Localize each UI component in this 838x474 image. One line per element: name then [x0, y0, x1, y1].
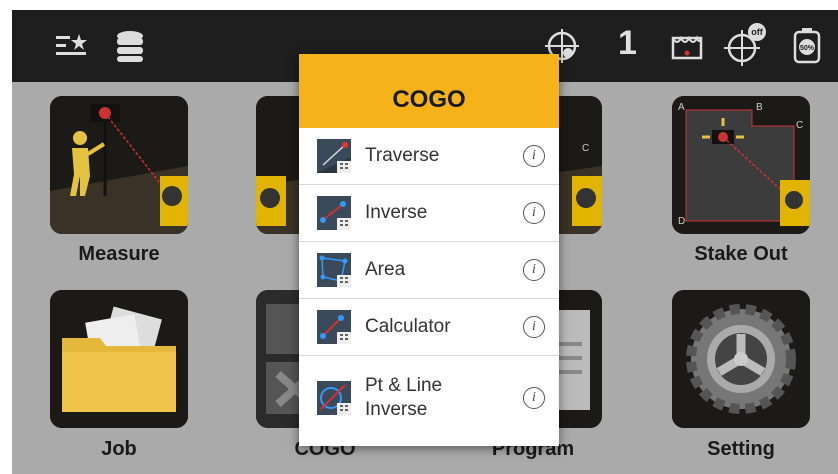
setting-label: Setting — [707, 438, 775, 460]
cogo-dialog: COGO Traverse i Inverse i Area i Calcula… — [299, 54, 559, 446]
gnss-badge: off — [751, 27, 763, 37]
calculator-icon — [317, 310, 351, 344]
svg-text:B: B — [756, 102, 763, 113]
menu-item-label: Calculator — [365, 316, 451, 337]
battery-icon[interactable]: 50% — [787, 26, 827, 66]
info-icon[interactable]: i — [523, 259, 545, 281]
gps-off-icon[interactable]: off — [722, 22, 768, 68]
area-icon — [317, 253, 351, 287]
measure-label: Measure — [78, 243, 160, 265]
svg-text:A: A — [678, 102, 685, 113]
menu-item-inverse[interactable]: Inverse i — [299, 185, 559, 242]
info-icon[interactable]: i — [523, 387, 545, 409]
menu-item-label: Traverse — [365, 145, 440, 166]
stake-out-label: Stake Out — [694, 243, 788, 265]
menu-item-pt-line-inverse[interactable]: Pt & Line Inverse i — [299, 356, 559, 440]
app-screen: 1 off 50% Measure C A B C D Stake Out Jo… — [12, 10, 838, 474]
count-indicator: 1 — [618, 24, 637, 62]
info-icon[interactable]: i — [523, 202, 545, 224]
dialog-title: COGO — [392, 86, 466, 113]
job-label: Job — [101, 438, 137, 460]
pt-line-inverse-icon — [317, 381, 351, 415]
info-icon[interactable]: i — [523, 316, 545, 338]
stake-out-icon: A B C D — [672, 96, 810, 234]
dialog-header: COGO — [299, 54, 559, 128]
svg-text:D: D — [678, 216, 685, 227]
traverse-icon — [317, 139, 351, 173]
info-icon[interactable]: i — [523, 145, 545, 167]
battery-level: 50% — [800, 45, 815, 52]
setting-tile[interactable] — [672, 290, 810, 428]
store-icon[interactable] — [667, 26, 707, 66]
job-tile[interactable] — [50, 290, 188, 428]
menu-item-area[interactable]: Area i — [299, 242, 559, 299]
measure-icon — [50, 96, 188, 234]
list-star-icon[interactable] — [52, 26, 92, 66]
svg-text:C: C — [582, 143, 589, 154]
menu-item-label: Area — [365, 259, 406, 280]
menu-item-calculator[interactable]: Calculator i — [299, 299, 559, 356]
measure-tile[interactable] — [50, 96, 188, 234]
menu-item-label: Inverse — [365, 202, 428, 223]
stake-out-tile[interactable]: A B C D — [672, 96, 810, 234]
database-icon[interactable] — [110, 26, 150, 66]
menu-item-traverse[interactable]: Traverse i — [299, 128, 559, 185]
svg-text:C: C — [796, 120, 803, 131]
gear-icon — [672, 290, 810, 428]
menu-item-label: Pt & Line Inverse — [365, 375, 443, 420]
folder-icon — [50, 290, 188, 428]
inverse-icon — [317, 196, 351, 230]
